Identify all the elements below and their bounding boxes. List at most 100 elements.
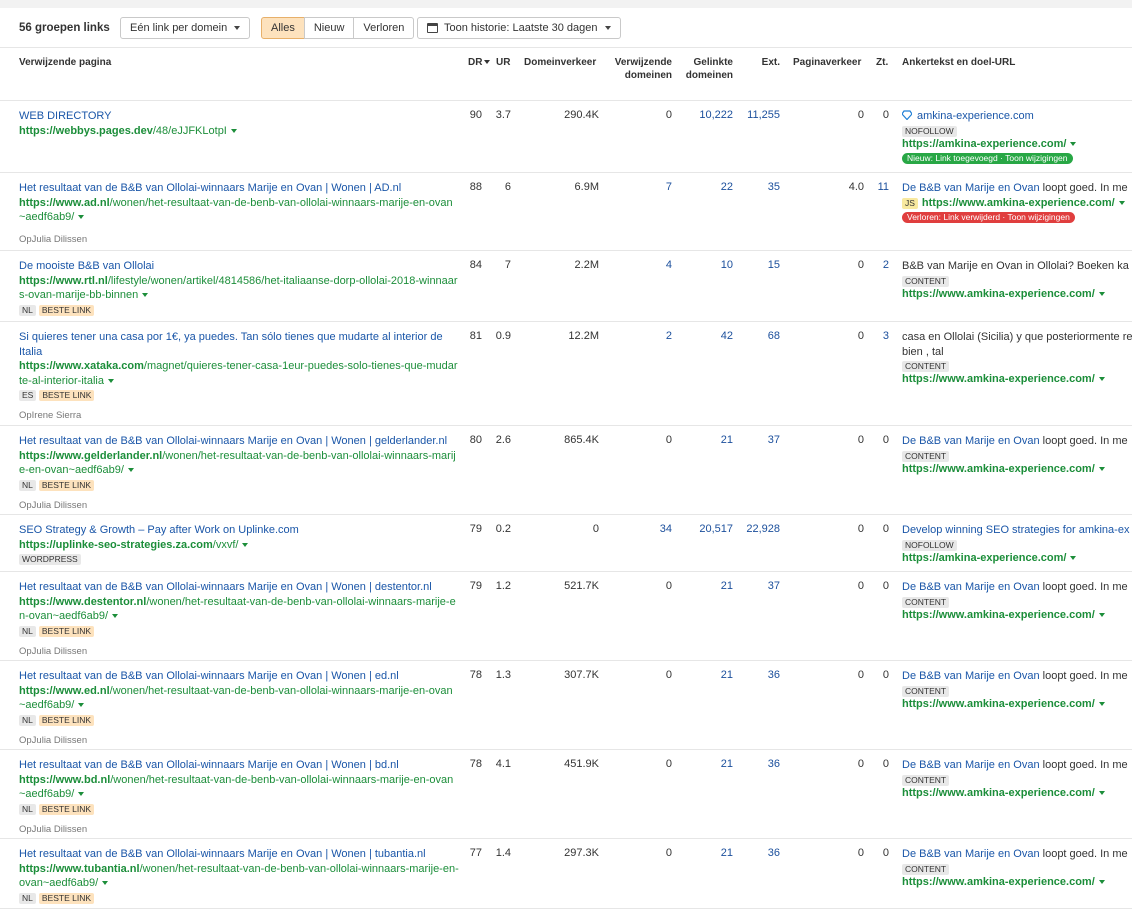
- chevron-down-icon[interactable]: [1098, 612, 1105, 617]
- new-link-badge[interactable]: Nieuw: Link toegevoegd · Toon wijziginge…: [902, 153, 1073, 164]
- keywords-value[interactable]: 2: [865, 259, 889, 271]
- chevron-down-icon[interactable]: [1070, 141, 1077, 146]
- anchor-link-text[interactable]: De B&B van Marije en Ovan: [902, 670, 1040, 682]
- chevron-down-icon[interactable]: [1098, 291, 1105, 296]
- ext-links-value[interactable]: 68: [740, 330, 780, 342]
- target-url[interactable]: https://www.amkina-experience.com/: [902, 373, 1095, 385]
- chevron-down-icon[interactable]: [142, 293, 149, 298]
- chevron-down-icon[interactable]: [102, 881, 109, 886]
- ref-domains-value[interactable]: 34: [620, 523, 672, 535]
- linked-domains-value[interactable]: 20,517: [680, 523, 733, 535]
- chevron-down-icon[interactable]: [78, 215, 85, 220]
- referring-page-title[interactable]: Het resultaat van de B&B van Ollolai-win…: [19, 181, 459, 196]
- filter-all-button[interactable]: Alles: [261, 17, 305, 39]
- referring-page-url[interactable]: https://uplinke-seo-strategies.za.com/vx…: [19, 538, 459, 553]
- chevron-down-icon[interactable]: [78, 792, 85, 797]
- chevron-down-icon[interactable]: [242, 542, 249, 547]
- chevron-down-icon[interactable]: [1098, 466, 1105, 471]
- chevron-down-icon[interactable]: [112, 614, 118, 619]
- target-url[interactable]: https://www.amkina-experience.com/: [902, 698, 1095, 710]
- chevron-down-icon[interactable]: [107, 378, 114, 383]
- ext-links-value[interactable]: 36: [740, 758, 780, 770]
- referring-page-title[interactable]: De mooiste B&B van Ollolai: [19, 259, 459, 274]
- chevron-down-icon[interactable]: [1070, 555, 1077, 560]
- referring-page-title[interactable]: Het resultaat van de B&B van Ollolai-win…: [19, 580, 459, 595]
- referring-page-title[interactable]: Het resultaat van de B&B van Ollolai-win…: [19, 669, 459, 684]
- referring-page-url[interactable]: https://www.ad.nl/wonen/het-resultaat-va…: [19, 196, 459, 225]
- ext-links-value[interactable]: 11,255: [740, 109, 780, 121]
- referring-page-title[interactable]: SEO Strategy & Growth – Pay after Work o…: [19, 523, 459, 538]
- col-header-page[interactable]: Verwijzende pagina: [19, 56, 111, 69]
- referring-page-title[interactable]: Het resultaat van de B&B van Ollolai-win…: [19, 434, 459, 449]
- filter-new-button[interactable]: Nieuw: [303, 17, 355, 39]
- linked-domains-value[interactable]: 42: [680, 330, 733, 342]
- filter-lost-button[interactable]: Verloren: [353, 17, 415, 39]
- ext-links-value[interactable]: 37: [740, 580, 780, 592]
- ref-domains-value[interactable]: 7: [620, 181, 672, 193]
- ext-links-value[interactable]: 35: [740, 181, 780, 193]
- linked-domains-value[interactable]: 21: [680, 669, 733, 681]
- ref-domains-value[interactable]: 4: [620, 259, 672, 271]
- col-header-domain-traffic[interactable]: Domeinverkeer: [524, 56, 596, 69]
- history-dropdown[interactable]: Toon historie: Laatste 30 dagen: [417, 17, 621, 39]
- referring-page-url[interactable]: https://www.bd.nl/wonen/het-resultaat-va…: [19, 773, 459, 802]
- target-url[interactable]: https://www.amkina-experience.com/: [902, 463, 1095, 475]
- linked-domains-value[interactable]: 21: [680, 434, 733, 446]
- col-header-anchor[interactable]: Ankertekst en doel-URL: [902, 56, 1015, 69]
- col-header-keywords[interactable]: Zt.: [876, 56, 888, 69]
- linked-domains-value[interactable]: 10,222: [680, 109, 733, 121]
- referring-page-title[interactable]: Het resultaat van de B&B van Ollolai-win…: [19, 758, 459, 773]
- target-url[interactable]: https://www.amkina-experience.com/: [902, 876, 1095, 888]
- col-header-ref-domains[interactable]: Verwijzende domeinen: [600, 56, 672, 82]
- chevron-down-icon[interactable]: [230, 128, 237, 133]
- anchor-link-text[interactable]: Develop winning SEO strategies for amkin…: [902, 524, 1129, 536]
- col-header-dr[interactable]: DR: [468, 56, 491, 69]
- anchor-link-text[interactable]: De B&B van Marije en Ovan: [902, 581, 1040, 593]
- referring-page-url[interactable]: https://www.gelderlander.nl/wonen/het-re…: [19, 449, 459, 478]
- referring-page-url[interactable]: https://www.ed.nl/wonen/het-resultaat-va…: [19, 684, 459, 713]
- col-header-ur[interactable]: UR: [496, 56, 510, 69]
- ext-links-value[interactable]: 15: [740, 259, 780, 271]
- per-domain-dropdown[interactable]: Eén link per domein: [120, 17, 251, 39]
- col-header-page-traffic[interactable]: Paginaverkeer: [793, 56, 861, 69]
- linked-domains-value[interactable]: 21: [680, 758, 733, 770]
- lost-link-badge[interactable]: Verloren: Link verwijderd · Toon wijzigi…: [902, 212, 1075, 223]
- referring-page-title[interactable]: Si quieres tener una casa por 1€, ya pue…: [19, 330, 459, 359]
- linked-domains-value[interactable]: 22: [680, 181, 733, 193]
- target-url[interactable]: https://amkina-experience.com/: [902, 138, 1066, 150]
- chevron-down-icon[interactable]: [78, 703, 85, 708]
- referring-page-title[interactable]: Het resultaat van de B&B van Ollolai-win…: [19, 847, 459, 862]
- linked-domains-value[interactable]: 21: [680, 847, 733, 859]
- ext-links-value[interactable]: 36: [740, 847, 780, 859]
- target-url[interactable]: https://www.amkina-experience.com/: [902, 787, 1095, 799]
- chevron-down-icon[interactable]: [1098, 879, 1105, 884]
- target-url[interactable]: https://www.amkina-experience.com/: [922, 197, 1115, 209]
- anchor-link-text[interactable]: De B&B van Marije en Ovan: [902, 435, 1040, 447]
- referring-page-url[interactable]: https://www.xataka.com/magnet/quieres-te…: [19, 359, 459, 388]
- anchor-link-text[interactable]: De B&B van Marije en Ovan: [902, 759, 1040, 771]
- target-url[interactable]: https://www.amkina-experience.com/: [902, 609, 1095, 621]
- chevron-down-icon[interactable]: [1098, 701, 1105, 706]
- referring-page-url[interactable]: https://www.destentor.nl/wonen/het-resul…: [19, 595, 459, 624]
- keywords-value[interactable]: 11: [865, 181, 889, 193]
- ext-links-value[interactable]: 37: [740, 434, 780, 446]
- ext-links-value[interactable]: 22,928: [740, 523, 780, 535]
- ref-domains-value[interactable]: 2: [620, 330, 672, 342]
- keywords-value[interactable]: 3: [865, 330, 889, 342]
- anchor-link-text[interactable]: De B&B van Marije en Ovan: [902, 182, 1040, 194]
- referring-page-title[interactable]: WEB DIRECTORY: [19, 109, 459, 124]
- anchor-link-text[interactable]: De B&B van Marije en Ovan: [902, 848, 1040, 860]
- chevron-down-icon[interactable]: [127, 468, 134, 473]
- chevron-down-icon[interactable]: [1098, 377, 1105, 382]
- target-url[interactable]: https://amkina-experience.com/: [902, 552, 1066, 564]
- chevron-down-icon[interactable]: [1098, 790, 1105, 795]
- linked-domains-value[interactable]: 10: [680, 259, 733, 271]
- col-header-ext[interactable]: Ext.: [745, 56, 780, 69]
- anchor-link-text[interactable]: amkina-experience.com: [917, 110, 1034, 122]
- linked-domains-value[interactable]: 21: [680, 580, 733, 592]
- col-header-linked-domains[interactable]: Gelinkte domeinen: [676, 56, 733, 82]
- chevron-down-icon[interactable]: [1118, 200, 1125, 205]
- referring-page-url[interactable]: https://webbys.pages.dev/48/eJJFKLotpI: [19, 124, 459, 139]
- referring-page-url[interactable]: https://www.rtl.nl/lifestyle/wonen/artik…: [19, 274, 459, 303]
- referring-page-url[interactable]: https://www.tubantia.nl/wonen/het-result…: [19, 862, 459, 891]
